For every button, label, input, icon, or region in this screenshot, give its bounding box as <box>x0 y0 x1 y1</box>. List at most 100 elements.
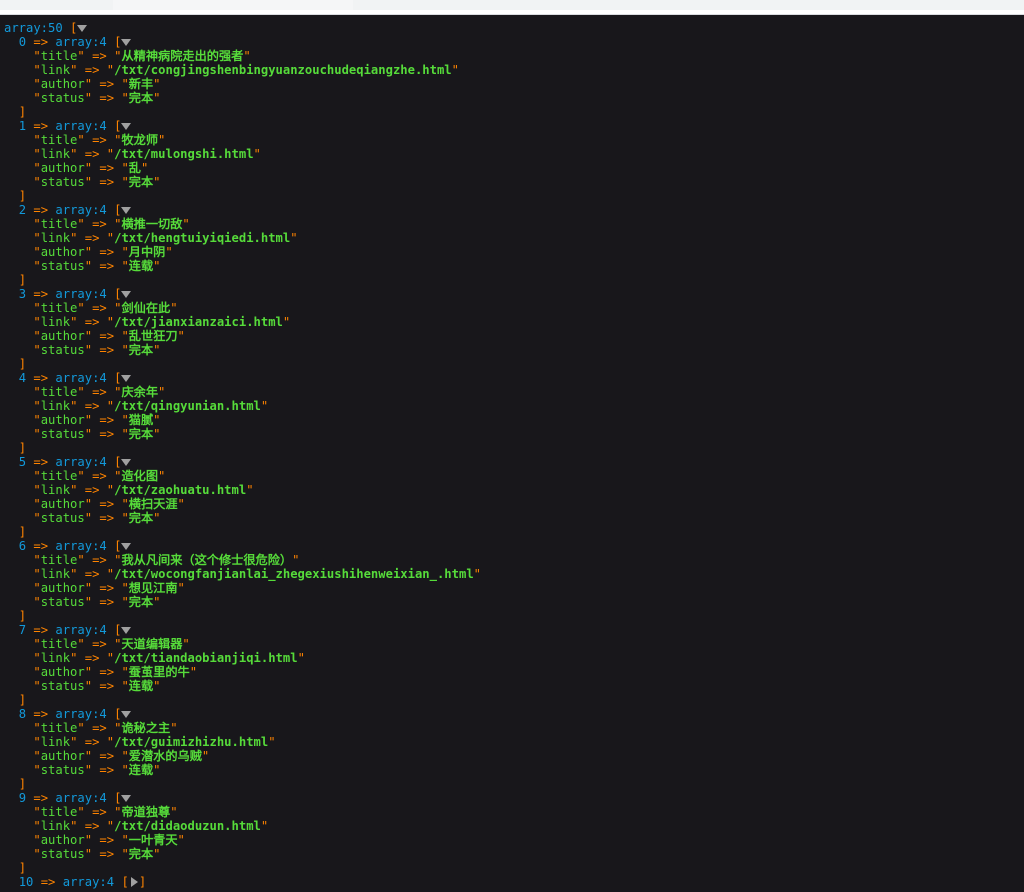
entry-header-line[interactable]: 2 => array:4 [ <box>4 203 1024 217</box>
value-close-quote: " <box>153 511 161 525</box>
triangle-down-icon[interactable] <box>121 541 132 551</box>
key-open-quote: " <box>33 385 41 399</box>
field-arrow: => <box>99 497 115 511</box>
key-open-quote: " <box>33 735 41 749</box>
triangle-down-icon[interactable] <box>121 709 132 719</box>
field-value-status: 完本 <box>128 427 154 441</box>
entry-index: 5 <box>18 455 27 469</box>
triangle-down-icon[interactable] <box>121 457 132 467</box>
field-value-title: 造化图 <box>121 469 159 483</box>
triangle-down-icon[interactable] <box>121 793 132 803</box>
value-open-quote: " <box>121 161 129 175</box>
field-value-author: 新丰 <box>128 77 154 91</box>
entry-field-line: "status" => "完本" <box>4 343 1024 357</box>
field-arrow: => <box>99 763 115 777</box>
entry-header-line[interactable]: 4 => array:4 [ <box>4 371 1024 385</box>
entry-arrow: => <box>33 287 49 301</box>
entry-header-line[interactable]: 10 => array:4 [] <box>4 875 1024 889</box>
triangle-down-icon[interactable] <box>121 373 132 383</box>
field-key-title: title <box>40 553 78 567</box>
triangle-down-icon[interactable] <box>121 205 132 215</box>
field-arrow: => <box>92 469 107 483</box>
key-open-quote: " <box>33 427 41 441</box>
key-close-quote: " <box>84 91 93 105</box>
entry-array-label: array:4 <box>62 875 115 889</box>
entry-arrow: => <box>33 371 49 385</box>
entry-field-line: "link" => "/txt/congjingshenbingyuanzouc… <box>4 63 1024 77</box>
field-key-status: status <box>40 847 85 861</box>
key-open-quote: " <box>33 329 41 343</box>
field-arrow: => <box>84 819 100 833</box>
entry-field-line: "status" => "连载" <box>4 763 1024 777</box>
entry-header-line[interactable]: 6 => array:4 [ <box>4 539 1024 553</box>
field-value-author: 一叶青天 <box>128 833 178 847</box>
key-close-quote: " <box>84 679 93 693</box>
entry-header-line[interactable]: 3 => array:4 [ <box>4 287 1024 301</box>
entry-close-bracket: ] <box>18 693 27 707</box>
key-close-quote: " <box>84 77 93 91</box>
entry-header-line[interactable]: 1 => array:4 [ <box>4 119 1024 133</box>
triangle-down-icon[interactable] <box>121 37 132 47</box>
field-value-title: 我从凡间来（这个修士很危险） <box>121 553 293 567</box>
field-value-status: 连载 <box>128 679 154 693</box>
triangle-down-icon[interactable] <box>121 625 132 635</box>
entry-arrow: => <box>33 791 49 805</box>
field-value-link: /txt/jianxianzaici.html <box>114 315 283 329</box>
entry-field-line: "link" => "/txt/guimizhizhu.html" <box>4 735 1024 749</box>
entry-field-line: "link" => "/txt/mulongshi.html" <box>4 147 1024 161</box>
field-value-author: 蚕茧里的牛 <box>128 665 190 679</box>
key-close-quote: " <box>70 147 78 161</box>
field-key-link: link <box>40 63 71 77</box>
key-close-quote: " <box>70 651 78 665</box>
key-close-quote: " <box>77 721 85 735</box>
value-close-quote: " <box>177 497 185 511</box>
key-open-quote: " <box>33 749 41 763</box>
value-close-quote: " <box>253 147 261 161</box>
entry-header-line[interactable]: 7 => array:4 [ <box>4 623 1024 637</box>
field-arrow: => <box>99 847 115 861</box>
key-open-quote: " <box>33 91 41 105</box>
field-key-status: status <box>40 427 85 441</box>
field-key-author: author <box>40 329 85 343</box>
value-open-quote: " <box>121 259 129 273</box>
field-key-title: title <box>40 217 78 231</box>
value-close-quote: " <box>153 595 161 609</box>
value-close-quote: " <box>243 49 251 63</box>
entry-close-line: ] <box>4 609 1024 623</box>
triangle-down-icon[interactable] <box>121 289 132 299</box>
key-close-quote: " <box>77 385 85 399</box>
entry-close-line: ] <box>4 525 1024 539</box>
triangle-down-icon[interactable] <box>77 23 88 33</box>
field-key-author: author <box>40 497 85 511</box>
field-value-status: 完本 <box>128 511 154 525</box>
field-key-title: title <box>40 133 78 147</box>
triangle-down-icon[interactable] <box>121 121 132 131</box>
field-value-title: 诡秘之主 <box>121 721 171 735</box>
triangle-right-icon[interactable] <box>129 877 139 887</box>
entry-header-line[interactable]: 9 => array:4 [ <box>4 791 1024 805</box>
entry-header-line[interactable]: 8 => array:4 [ <box>4 707 1024 721</box>
key-open-quote: " <box>33 399 41 413</box>
value-close-quote: " <box>182 217 190 231</box>
value-close-quote: " <box>170 301 178 315</box>
entry-close-bracket: ] <box>18 861 27 875</box>
entry-close-bracket: ] <box>18 273 27 287</box>
key-close-quote: " <box>84 329 93 343</box>
entry-close-line: ] <box>4 861 1024 875</box>
value-open-quote: " <box>121 665 129 679</box>
field-key-title: title <box>40 805 78 819</box>
field-arrow: => <box>99 665 115 679</box>
entry-array-label: array:4 <box>55 623 107 637</box>
key-close-quote: " <box>77 133 85 147</box>
entry-field-line: "title" => "诡秘之主" <box>4 721 1024 735</box>
entry-header-line[interactable]: 5 => array:4 [ <box>4 455 1024 469</box>
field-key-title: title <box>40 301 78 315</box>
value-open-quote: " <box>121 595 129 609</box>
field-key-author: author <box>40 581 85 595</box>
field-value-link: /txt/tiandaobianjiqi.html <box>114 651 298 665</box>
value-open-quote: " <box>121 679 129 693</box>
entry-index: 6 <box>18 539 27 553</box>
entry-header-line[interactable]: 0 => array:4 [ <box>4 35 1024 49</box>
field-arrow: => <box>99 245 115 259</box>
browser-tab[interactable] <box>113 0 353 10</box>
